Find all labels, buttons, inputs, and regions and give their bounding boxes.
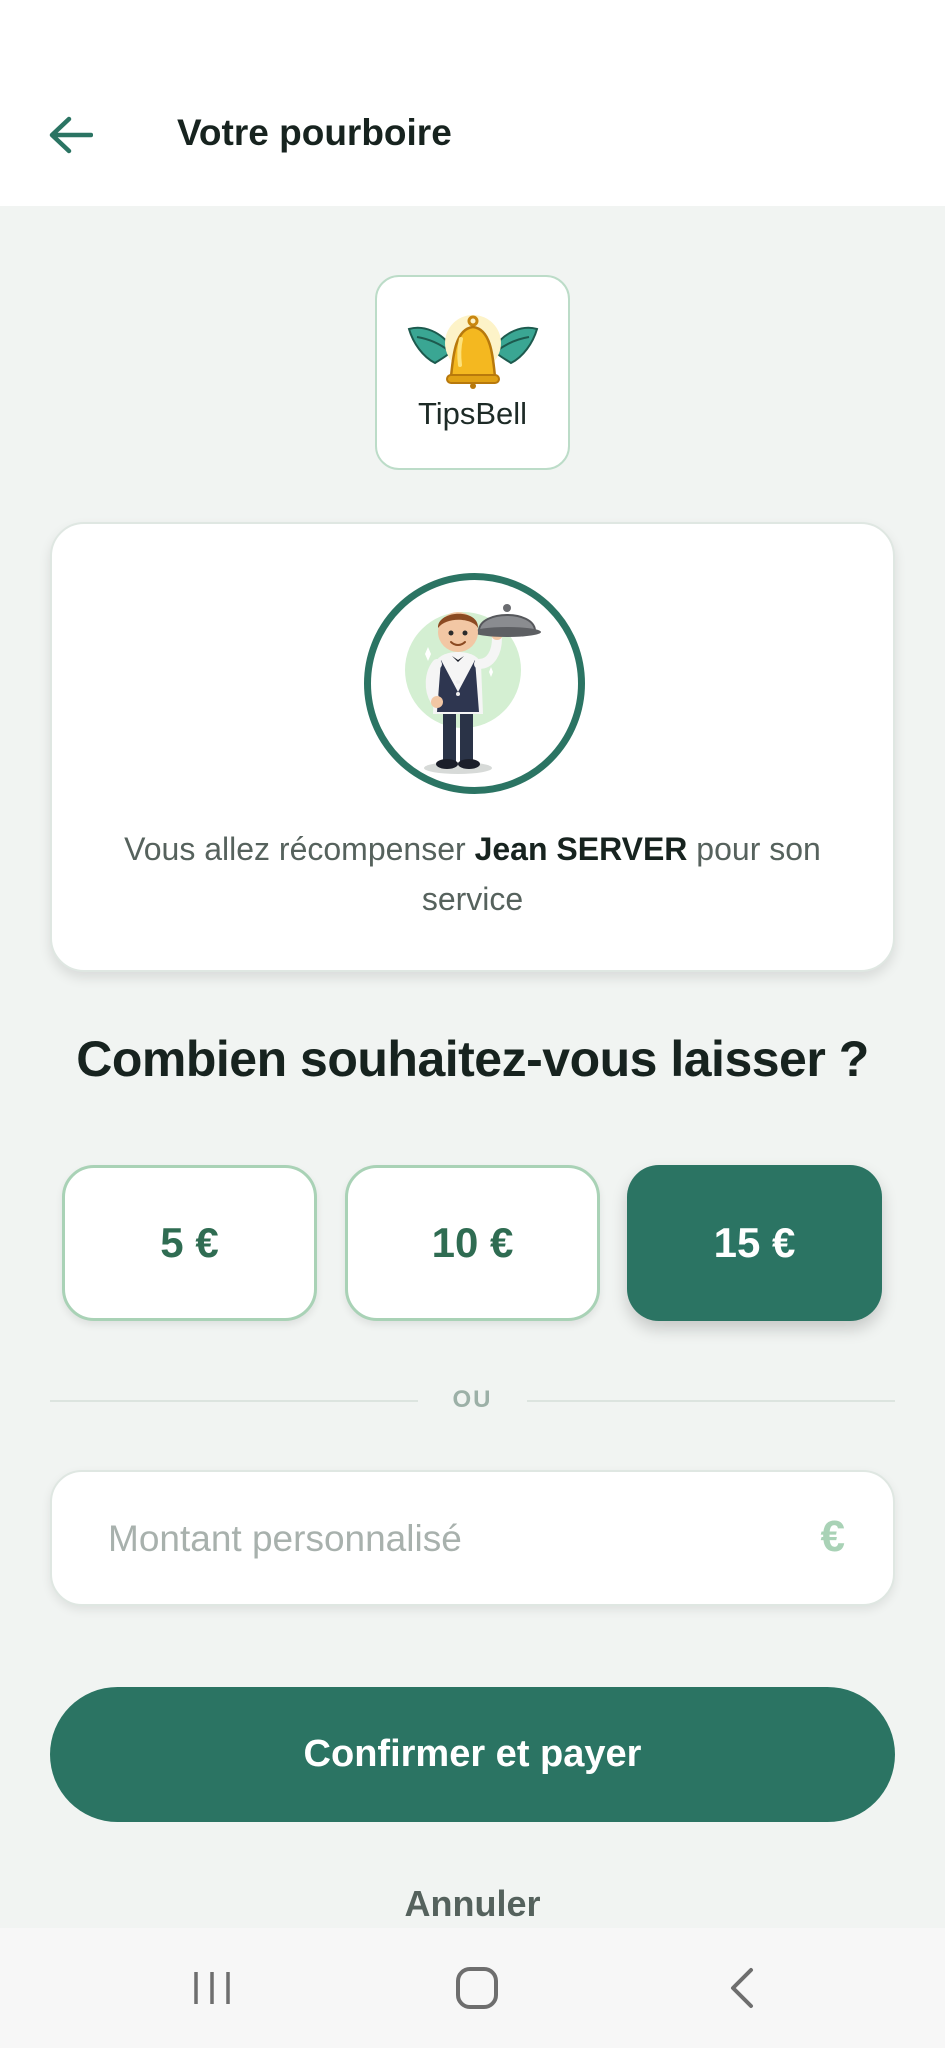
logo-text: TipsBell <box>417 396 528 431</box>
amount-question: Combien souhaitez-vous laisser ? <box>76 1031 869 1087</box>
amount-option-10[interactable]: 10 € <box>345 1165 600 1321</box>
system-back-button[interactable] <box>702 1958 782 2018</box>
recent-apps-button[interactable] <box>172 1958 252 2018</box>
custom-amount-input[interactable] <box>106 1472 790 1606</box>
waiter-avatar-icon <box>364 573 585 794</box>
back-button[interactable] <box>40 105 100 165</box>
home-button[interactable] <box>437 1958 517 2018</box>
recipient-card: Vous allez récompenser Jean SERVER pour … <box>50 522 895 972</box>
recipient-message: Vous allez récompenser Jean SERVER pour … <box>92 824 853 924</box>
recipient-text-before: Vous allez récompenser <box>124 831 475 867</box>
app-header: Votre pourboire <box>0 0 945 206</box>
amount-option-15[interactable]: 15 € <box>627 1165 882 1321</box>
recipient-name: Jean SERVER <box>474 831 688 867</box>
back-icon <box>731 1968 753 2008</box>
confirm-pay-button[interactable]: Confirmer et payer <box>50 1687 895 1822</box>
system-navigation-bar <box>0 1928 945 2048</box>
amount-option-5[interactable]: 5 € <box>62 1165 317 1321</box>
recent-apps-icon <box>194 1972 230 2004</box>
cancel-link[interactable]: Annuler <box>0 1883 945 1925</box>
currency-suffix: € <box>820 1512 845 1561</box>
arrow-left-icon <box>49 116 93 154</box>
winged-bell-icon <box>407 315 539 389</box>
page-title: Votre pourboire <box>177 112 452 153</box>
divider-label: OU <box>452 1386 493 1413</box>
custom-amount-field[interactable]: € <box>50 1470 895 1606</box>
home-icon <box>456 1967 498 2009</box>
app-logo: TipsBell <box>375 275 570 470</box>
